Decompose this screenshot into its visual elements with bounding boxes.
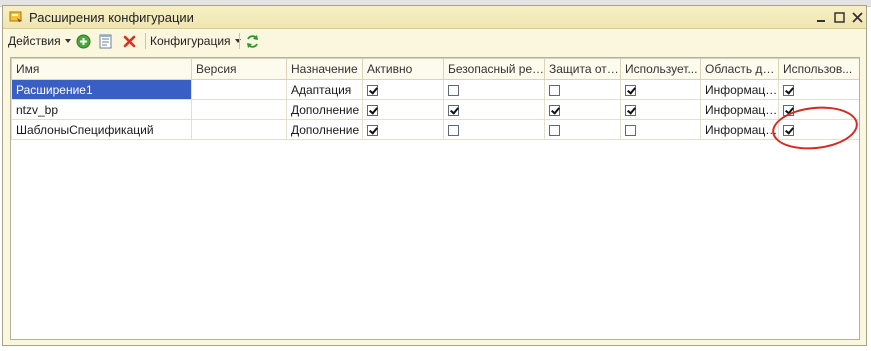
table-row[interactable]: ntzv_bp Дополнение Информаци... — [11, 99, 859, 120]
protection-cell[interactable] — [544, 99, 621, 120]
active-checkbox[interactable] — [367, 84, 378, 96]
window-title: Расширения конфигурации — [29, 10, 194, 25]
delete-button[interactable] — [123, 32, 136, 50]
actions-menu-button[interactable]: Действия — [8, 32, 73, 50]
active-checkbox[interactable] — [367, 104, 378, 116]
document-properties-icon — [99, 34, 112, 48]
uses-checkbox[interactable] — [625, 104, 636, 116]
purpose-cell[interactable]: Дополнение — [286, 119, 363, 140]
safe-mode-cell[interactable] — [443, 79, 545, 100]
column-header-name[interactable]: Имя — [11, 58, 192, 80]
extensions-table[interactable]: Имя Версия Назначение Активно Безопасный… — [10, 57, 860, 340]
table-row[interactable]: ШаблоныСпецификаций Дополнение Информаци… — [11, 119, 859, 140]
version-cell[interactable] — [191, 99, 287, 120]
scope-cell[interactable]: Информаци... — [700, 99, 779, 120]
add-button[interactable] — [76, 32, 91, 50]
safe-mode-checkbox[interactable] — [448, 124, 459, 136]
safe-mode-cell[interactable] — [443, 99, 545, 120]
toolbar-separator — [239, 33, 240, 49]
version-cell[interactable] — [191, 119, 287, 140]
extension-name-cell[interactable]: ntzv_bp — [11, 99, 192, 120]
active-cell[interactable] — [362, 99, 444, 120]
extension-name-cell[interactable]: ШаблоныСпецификаций — [11, 119, 192, 140]
refresh-button[interactable] — [245, 32, 260, 50]
column-header-purpose[interactable]: Назначение — [286, 58, 363, 80]
column-header-safe-mode[interactable]: Безопасный реж... — [443, 58, 545, 80]
column-header-uses[interactable]: Использует... — [620, 58, 701, 80]
extension-name-cell[interactable]: Расширение1 — [11, 79, 192, 100]
protection-checkbox[interactable] — [549, 104, 560, 116]
protection-checkbox[interactable] — [549, 124, 560, 136]
column-header-version[interactable]: Версия — [191, 58, 287, 80]
used-checkbox[interactable] — [783, 84, 794, 96]
actions-label: Действия — [8, 34, 61, 48]
scope-cell[interactable]: Информаци... — [700, 79, 779, 100]
properties-button[interactable] — [99, 32, 113, 50]
dropdown-arrow-icon — [64, 39, 71, 43]
purpose-cell[interactable]: Дополнение — [286, 99, 363, 120]
safe-mode-checkbox[interactable] — [448, 84, 459, 96]
column-header-used[interactable]: Использов... — [778, 58, 859, 80]
protection-cell[interactable] — [544, 119, 621, 140]
safe-mode-cell[interactable] — [443, 119, 545, 140]
uses-checkbox[interactable] — [625, 124, 636, 136]
configuration-menu-button[interactable]: Конфигурация — [150, 32, 243, 50]
minimize-button[interactable] — [812, 8, 830, 26]
minimize-icon — [817, 20, 825, 22]
table-row[interactable]: Расширение1 Адаптация Информаци... — [11, 79, 859, 100]
used-cell[interactable] — [778, 79, 859, 100]
app-icon — [9, 11, 22, 22]
column-header-scope[interactable]: Область дей... — [700, 58, 779, 80]
refresh-icon — [247, 34, 258, 48]
uses-checkbox[interactable] — [625, 84, 636, 96]
uses-cell[interactable] — [620, 119, 701, 140]
column-header-active[interactable]: Активно — [362, 58, 444, 80]
toolbar-separator — [145, 33, 146, 49]
header-row: Имя Версия Назначение Активно Безопасный… — [11, 58, 859, 80]
safe-mode-checkbox[interactable] — [448, 104, 459, 116]
delete-icon — [123, 35, 136, 47]
uses-cell[interactable] — [620, 99, 701, 120]
scope-cell[interactable]: Информаци... — [700, 119, 779, 140]
active-cell[interactable] — [362, 79, 444, 100]
close-window-button[interactable] — [848, 8, 866, 26]
title-bar[interactable]: Расширения конфигурации — [3, 6, 866, 29]
close-icon — [851, 11, 863, 23]
maximize-button[interactable] — [830, 8, 848, 26]
version-cell[interactable] — [191, 79, 287, 100]
configuration-label: Конфигурация — [150, 34, 231, 48]
toolbar: Действия Конфигурация — [3, 28, 866, 54]
add-icon — [76, 34, 91, 48]
purpose-cell[interactable]: Адаптация — [286, 79, 363, 100]
active-cell[interactable] — [362, 119, 444, 140]
column-header-protection[interactable]: Защита от о... — [544, 58, 621, 80]
extensions-window: Расширения конфигурации Действия Конфигу… — [2, 5, 867, 346]
maximize-icon — [833, 11, 845, 23]
protection-cell[interactable] — [544, 79, 621, 100]
active-checkbox[interactable] — [367, 124, 378, 136]
uses-cell[interactable] — [620, 79, 701, 100]
protection-checkbox[interactable] — [549, 84, 560, 96]
